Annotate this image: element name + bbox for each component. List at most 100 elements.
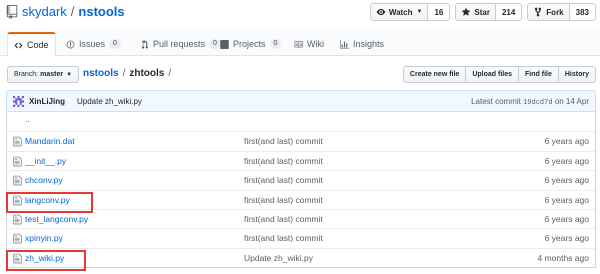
commit-message-link[interactable]: Update zh_wiki.py	[77, 97, 142, 106]
tab-label: Wiki	[307, 39, 324, 49]
fork-count[interactable]: 383	[569, 3, 596, 21]
highlight-box-langconv	[6, 192, 93, 213]
tab-pull-requests[interactable]: Pull requests 0	[134, 32, 227, 56]
file-name-link[interactable]: test_langconv.py	[25, 214, 88, 224]
find-file-button[interactable]: Find file	[518, 66, 559, 83]
breadcrumb: nstools / zhtools /	[83, 68, 171, 79]
branch-select-button[interactable]: Branch: master ▼	[7, 66, 80, 83]
file-icon	[13, 175, 22, 186]
file-icon	[13, 156, 22, 167]
pull-request-icon	[141, 39, 148, 49]
commit-author-link[interactable]: XinLiJing	[29, 97, 65, 106]
fork-button[interactable]: Fork	[527, 3, 570, 21]
commit-message-link[interactable]: Update zh_wiki.py	[244, 253, 313, 263]
code-icon	[14, 42, 23, 48]
commit-message-link[interactable]: first(and last) commit	[244, 175, 323, 185]
repo-separator: /	[70, 4, 75, 19]
fork-label: Fork	[546, 7, 564, 17]
tab-label: Pull requests	[153, 39, 206, 49]
breadcrumb-current-dir: zhtools	[129, 68, 165, 79]
star-label: Star	[474, 7, 490, 17]
commit-message-link[interactable]: first(and last) commit	[244, 136, 323, 146]
commit-message-link[interactable]: first(and last) commit	[244, 233, 323, 243]
table-row: Mandarin.dat first(and last) commit 6 ye…	[7, 131, 595, 150]
star-group: Star 214	[455, 3, 523, 21]
latest-commit-info: Latest commit 19dcd7d on 14 Apr	[471, 97, 589, 107]
table-row: __init__.py first(and last) commit 6 yea…	[7, 150, 595, 170]
watch-count[interactable]: 16	[428, 3, 451, 21]
issues-counter: 0	[109, 39, 121, 49]
breadcrumb-separator: /	[122, 68, 126, 79]
file-icon	[13, 214, 22, 225]
table-row: zh_wiki.py Update zh_wiki.py 4 months ag…	[7, 247, 595, 267]
branch-prefix: Branch:	[14, 71, 39, 78]
watch-group: Watch ▼ 16	[369, 3, 451, 21]
file-name-link[interactable]: __init__.py	[25, 156, 66, 166]
fork-icon	[535, 7, 542, 17]
file-name-link[interactable]: Mandarin.dat	[25, 136, 75, 146]
file-age: 6 years ago	[544, 194, 589, 205]
tab-label: Code	[27, 40, 49, 50]
repo-owner-link[interactable]: skydark	[22, 4, 67, 19]
file-icon	[13, 137, 22, 147]
create-new-file-button[interactable]: Create new file	[402, 66, 467, 83]
commit-message-link[interactable]: first(and last) commit	[244, 214, 323, 224]
watch-button[interactable]: Watch ▼	[369, 3, 429, 21]
table-row: ..	[7, 112, 595, 131]
tab-wiki[interactable]: Wiki	[288, 32, 330, 56]
tab-issues[interactable]: Issues 0	[60, 32, 127, 56]
latest-commit-label: Latest commit	[471, 97, 521, 106]
file-age: 6 years ago	[544, 155, 589, 166]
repo-nav-tabs: Code Issues 0 Pull requests 0 Projects 0…	[0, 30, 600, 57]
caret-down-icon: ▼	[66, 71, 73, 78]
project-icon	[220, 39, 229, 49]
breadcrumb-separator: /	[168, 68, 172, 79]
commit-date: on 14 Apr	[554, 97, 589, 106]
file-age: 4 months ago	[537, 252, 589, 263]
file-icon	[13, 234, 22, 244]
file-buttons: Create new file Upload files Find file H…	[402, 66, 596, 83]
repo-header: skydark / nstools Watch ▼ 16 Star 214 Fo…	[0, 0, 600, 30]
repo-actions: Watch ▼ 16 Star 214 Fork 383	[369, 3, 596, 21]
table-row: xpinyin.py first(and last) commit 6 year…	[7, 228, 595, 247]
file-age: 6 years ago	[544, 136, 589, 147]
commit-sha-link[interactable]: 19dcd7d	[523, 99, 552, 107]
parent-directory-link[interactable]: ..	[25, 114, 30, 124]
projects-counter: 0	[269, 39, 282, 49]
watch-label: Watch	[388, 7, 413, 17]
fork-group: Fork 383	[527, 3, 596, 21]
book-icon	[294, 40, 303, 48]
tab-label: Issues	[79, 39, 106, 49]
avatar[interactable]	[13, 96, 24, 107]
graph-icon	[340, 39, 349, 48]
eye-icon	[376, 8, 386, 16]
commit-message-link[interactable]: first(and last) commit	[244, 156, 323, 166]
breadcrumb-repo-link[interactable]: nstools	[83, 68, 119, 79]
latest-commit-bar: XinLiJing Update zh_wiki.py Latest commi…	[6, 90, 596, 112]
highlight-box-zh-wiki	[6, 250, 86, 271]
file-age: 6 years ago	[544, 175, 589, 186]
table-row: langconv.py first(and last) commit 6 yea…	[7, 189, 595, 209]
table-row: test_langconv.py first(and last) commit …	[7, 208, 595, 228]
tab-insights[interactable]: Insights	[334, 32, 390, 56]
file-navigation: Branch: master ▼ nstools / zhtools / Cre…	[0, 64, 600, 84]
file-name-link[interactable]: xpinyin.py	[25, 233, 63, 243]
file-age: 6 years ago	[544, 213, 589, 224]
star-button[interactable]: Star	[455, 3, 496, 21]
repo-title: skydark / nstools	[6, 4, 125, 19]
tab-label: Projects	[233, 39, 266, 49]
star-icon	[462, 7, 471, 16]
tab-label: Insights	[353, 39, 385, 49]
repo-icon	[6, 4, 18, 19]
file-age: 6 years ago	[544, 233, 589, 244]
tab-projects[interactable]: Projects 0	[214, 32, 287, 56]
file-list: .. Mandarin.dat first(and last) commit 6…	[6, 112, 596, 269]
issue-icon	[66, 40, 75, 48]
file-name-link[interactable]: chconv.py	[25, 175, 63, 185]
commit-message-link[interactable]: first(and last) commit	[244, 195, 323, 205]
repo-name-link[interactable]: nstools	[78, 4, 124, 19]
history-button[interactable]: History	[557, 66, 596, 83]
tab-code[interactable]: Code	[7, 32, 56, 57]
star-count[interactable]: 214	[495, 3, 523, 21]
upload-files-button[interactable]: Upload files	[465, 66, 520, 83]
